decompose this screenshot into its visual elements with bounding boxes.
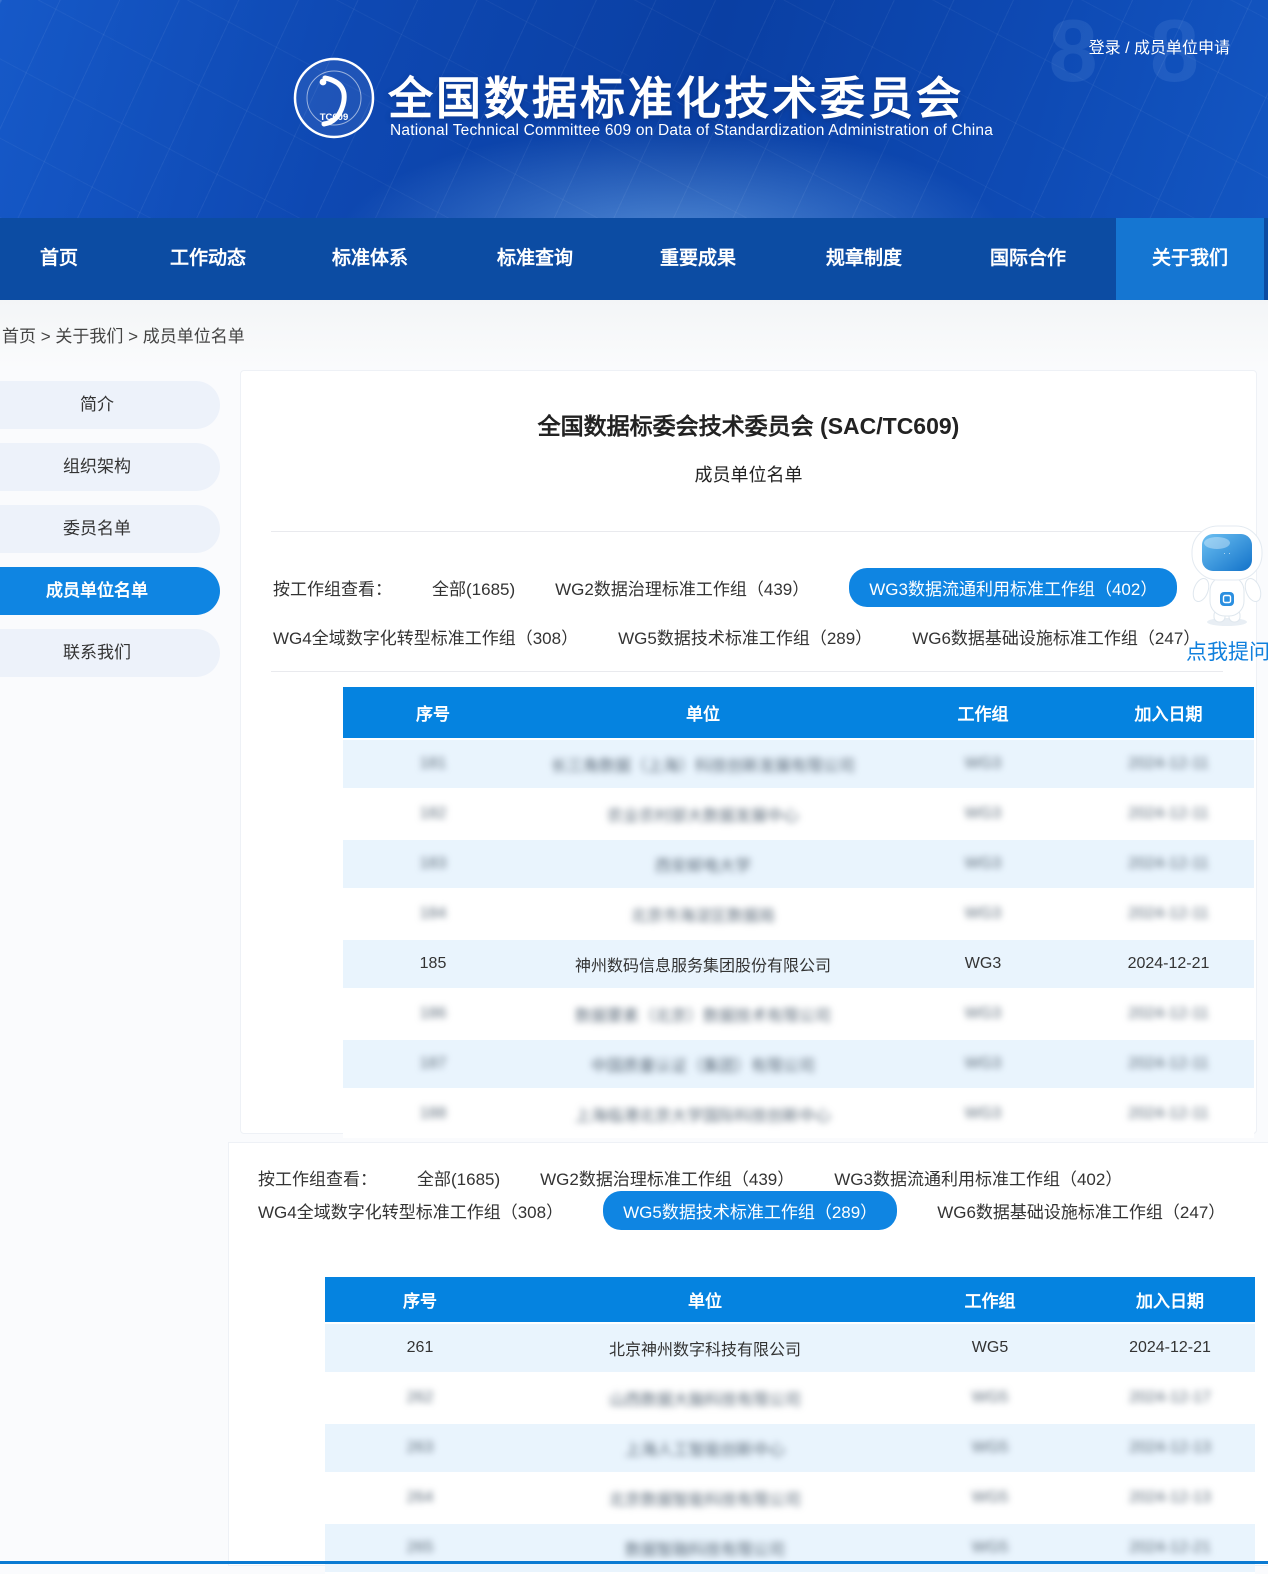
main-nav: 首页 工作动态 标准体系 标准查询 重要成果 规章制度 国际合作 关于我们 (0, 218, 1268, 300)
divider (271, 671, 1223, 672)
table-row-highlighted: 185神州数码信息服务集团股份有限公司WG32024-12-21 (343, 938, 1254, 990)
col-seq: 序号 (325, 1277, 515, 1322)
filter2-wg6[interactable]: WG6数据基础设施标准工作组（247） (937, 1198, 1225, 1223)
col-unit: 单位 (523, 687, 883, 738)
member-table-wg5: 序号 单位 工作组 加入日期 261北京神州数字科技有限公司WG52024-12… (325, 1277, 1255, 1574)
table-row: 186数据要素（北京）数据技术有限公司WG32024-12-11 (343, 990, 1254, 1038)
table-row: 264北京数据智能科技有限公司WG52024-12-13 (325, 1474, 1255, 1522)
table-row: 265数据智融科技有限公司WG52024-12-21 (325, 1522, 1255, 1574)
svg-text:TC609: TC609 (320, 112, 349, 123)
nav-item-achievements[interactable]: 重要成果 (660, 218, 736, 300)
filter-label: 按工作组查看： (258, 1165, 377, 1190)
filter2-wg2[interactable]: WG2数据治理标准工作组（439） (540, 1165, 794, 1190)
table-row: 182农业农村部大数据发展中心WG32024-12-11 (343, 790, 1254, 838)
table-header-row: 序号 单位 工作组 加入日期 (343, 687, 1254, 738)
nav-item-news[interactable]: 工作动态 (170, 218, 246, 300)
site-title: 全国数据标准化技术委员会 (388, 62, 964, 127)
filter-wg2[interactable]: WG2数据治理标准工作组（439） (555, 575, 809, 600)
committee-logo-icon: TC609 (292, 56, 376, 140)
page-title: 全国数据标委会技术委员会 (SAC/TC609) (241, 407, 1256, 441)
assistant-label[interactable]: 点我提问 (1178, 636, 1268, 666)
col-date: 加入日期 (1085, 1277, 1255, 1322)
table-row: 183西安邮电大学WG32024-12-11 (343, 838, 1254, 890)
member-table-wg3: 序号 单位 工作组 加入日期 181长三角数据（上海）科技创新发展有限公司WG3… (343, 687, 1254, 1138)
sidebar-item-contact[interactable]: 联系我们 (0, 629, 220, 677)
filter-wg3-active[interactable]: WG3数据流通利用标准工作组（402） (849, 568, 1177, 607)
col-seq: 序号 (343, 687, 523, 738)
filter2-wg3[interactable]: WG3数据流通利用标准工作组（402） (834, 1165, 1122, 1190)
table-row: 184北京市海淀区数据局WG32024-12-11 (343, 890, 1254, 938)
nav-item-home[interactable]: 首页 (40, 218, 78, 300)
chat-assistant-robot-icon[interactable]: · · (1184, 522, 1268, 630)
nav-item-standard-search[interactable]: 标准查询 (497, 218, 573, 300)
filter-wg6[interactable]: WG6数据基础设施标准工作组（247） (912, 624, 1200, 649)
table-header-row: 序号 单位 工作组 加入日期 (325, 1277, 1255, 1322)
table-row: 188上海临港北京大学国际科技创新中心WG32024-12-11 (343, 1090, 1254, 1138)
page-subtitle: 成员单位名单 (241, 461, 1256, 487)
workgroup-filter-row2: WG4全域数字化转型标准工作组（308） WG5数据技术标准工作组（289） W… (273, 623, 1200, 649)
sidebar-item-member-units[interactable]: 成员单位名单 (0, 567, 220, 615)
table-row: 181长三角数据（上海）科技创新发展有限公司WG32024-12-11 (343, 738, 1254, 790)
filter-wg4[interactable]: WG4全域数字化转型标准工作组（308） (273, 624, 578, 649)
breadcrumb[interactable]: 首页 > 关于我们 > 成员单位名单 (2, 322, 245, 347)
workgroup-filter2-row2: WG4全域数字化转型标准工作组（308） WG5数据技术标准工作组（289） W… (258, 1192, 1225, 1228)
workgroup-filter2-row1: 按工作组查看： 全部(1685) WG2数据治理标准工作组（439） WG3数据… (258, 1162, 1122, 1192)
site-subtitle-en: National Technical Committee 609 on Data… (390, 122, 993, 140)
filter2-wg5-active[interactable]: WG5数据技术标准工作组（289） (603, 1191, 897, 1230)
table-row: 262山西数据大脑科技有限公司WG52024-12-17 (325, 1374, 1255, 1422)
nav-item-standard-system[interactable]: 标准体系 (332, 218, 408, 300)
filter2-all[interactable]: 全部(1685) (417, 1165, 500, 1190)
filter-all[interactable]: 全部(1685) (432, 575, 515, 600)
member-list-card: 全国数据标委会技术委员会 (SAC/TC609) 成员单位名单 按工作组查看： … (240, 370, 1257, 1134)
nav-item-international[interactable]: 国际合作 (990, 218, 1066, 300)
sidebar-item-organization[interactable]: 组织架构 (0, 443, 220, 491)
filter-label: 按工作组查看： (273, 575, 392, 600)
col-group: 工作组 (883, 687, 1083, 738)
login-link[interactable]: 登录 / 成员单位申请 (1089, 34, 1230, 58)
sidebar-item-committee-members[interactable]: 委员名单 (0, 505, 220, 553)
col-date: 加入日期 (1083, 687, 1254, 738)
filter2-wg4[interactable]: WG4全域数字化转型标准工作组（308） (258, 1198, 563, 1223)
workgroup-filter-row1: 按工作组查看： 全部(1685) WG2数据治理标准工作组（439） WG3数据… (273, 569, 1177, 605)
sidebar-item-intro[interactable]: 简介 (0, 381, 220, 429)
nav-item-about-us[interactable]: 关于我们 (1116, 218, 1264, 300)
table-row-highlighted: 261北京神州数字科技有限公司WG52024-12-21 (325, 1322, 1255, 1374)
table-row: 263上海人工智能创新中心WG52024-12-13 (325, 1422, 1255, 1474)
breadcrumb-bar: 首页 > 关于我们 > 成员单位名单 (0, 300, 1268, 366)
svg-text:· ·: · · (1223, 549, 1231, 558)
table-row: 187中国质量认证（集团）有限公司WG32024-12-11 (343, 1038, 1254, 1090)
divider (271, 531, 1223, 532)
nav-item-regulations[interactable]: 规章制度 (826, 218, 902, 300)
col-group: 工作组 (895, 1277, 1085, 1322)
filter-wg5[interactable]: WG5数据技术标准工作组（289） (618, 624, 872, 649)
col-unit: 单位 (515, 1277, 895, 1322)
